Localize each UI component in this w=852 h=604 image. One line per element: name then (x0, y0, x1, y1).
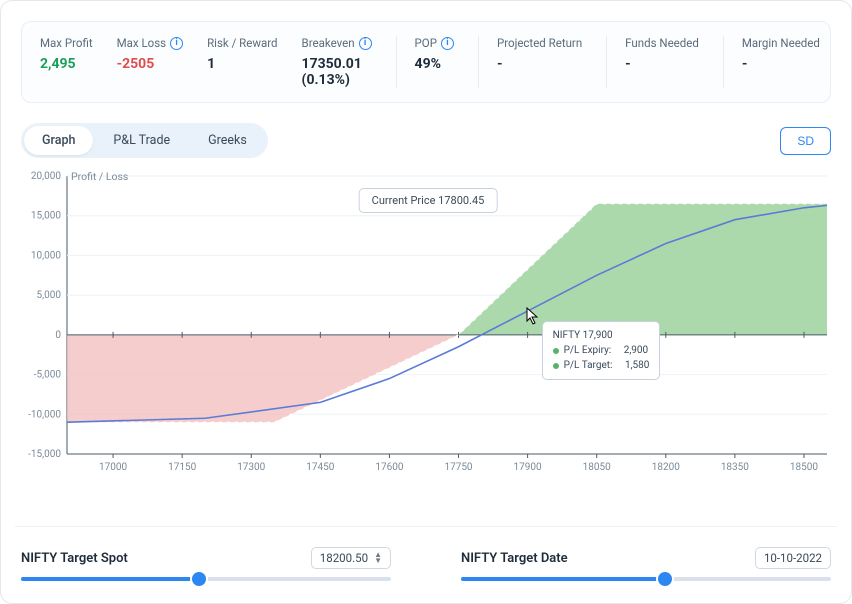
svg-text:17900: 17900 (514, 462, 542, 473)
metric-label: POP i (415, 36, 454, 50)
metric-value: - (742, 56, 820, 72)
metric-value: 17350.01 (0.13%) (302, 56, 372, 88)
current-price-tag: Current Price 17800.45 (359, 188, 498, 213)
svg-text:18350: 18350 (721, 462, 749, 473)
info-icon[interactable]: i (441, 37, 454, 50)
svg-text:17150: 17150 (168, 462, 196, 473)
metric-funds-needed: Funds Needed - (606, 36, 723, 88)
slider-thumb[interactable] (658, 572, 672, 586)
svg-text:17450: 17450 (306, 462, 334, 473)
metric-value: -2505 (117, 56, 183, 72)
svg-text:5,000: 5,000 (37, 290, 62, 301)
slider-target-spot: NIFTY Target Spot 18200.50 ▲▼ (21, 547, 391, 581)
svg-text:17300: 17300 (237, 462, 265, 473)
chart-svg: -15,000 -10,000 -5,000 0 5,000 10,000 15,000 20… (25, 170, 833, 480)
metric-max-loss: Max Loss i -2505 (117, 36, 207, 88)
metric-max-profit: Max Profit 2,495 (40, 36, 117, 88)
svg-text:17600: 17600 (375, 462, 403, 473)
svg-text:10,000: 10,000 (31, 250, 61, 261)
metric-value: 2,495 (40, 56, 93, 72)
metrics-bar: Max Profit 2,495 Max Loss i -2505 Risk /… (21, 21, 831, 103)
metric-margin-needed: Margin Needed - (723, 36, 820, 88)
slider-label: NIFTY Target Date (461, 551, 568, 566)
slider-label: NIFTY Target Spot (21, 551, 128, 566)
tooltip-underlying: NIFTY 17,900 (553, 328, 650, 343)
chart-tooltip: NIFTY 17,900 P/L Expiry: 2,900 P/L Targe… (542, 321, 661, 380)
svg-text:18050: 18050 (583, 462, 611, 473)
slider-track[interactable] (461, 577, 831, 581)
metric-value: 49% (415, 56, 454, 72)
tab-pnl-trade[interactable]: P&L Trade (95, 126, 188, 155)
metric-projected-return: Projected Return - (478, 36, 606, 88)
svg-text:15,000: 15,000 (31, 211, 61, 222)
metric-label: Risk / Reward (207, 36, 277, 50)
svg-text:17750: 17750 (444, 462, 472, 473)
metric-label: Projected Return (497, 36, 582, 50)
metric-label: Margin Needed (742, 36, 820, 50)
divider (15, 526, 837, 527)
svg-text:-10,000: -10,000 (28, 409, 61, 420)
svg-text:0: 0 (55, 330, 61, 341)
svg-text:-5,000: -5,000 (34, 370, 62, 381)
metric-label: Funds Needed (625, 36, 699, 50)
slider-track[interactable] (21, 577, 391, 581)
slider-thumb[interactable] (192, 572, 206, 586)
target-spot-input[interactable]: 18200.50 ▲▼ (311, 547, 391, 569)
svg-text:18500: 18500 (790, 462, 818, 473)
info-icon[interactable]: i (170, 37, 183, 50)
svg-text:-15,000: -15,000 (28, 449, 61, 460)
metric-label: Breakeven i (302, 36, 372, 50)
slider-target-date: NIFTY Target Date 10-10-2022 (461, 547, 831, 581)
metric-label: Max Profit (40, 36, 93, 50)
tabs: Graph P&L Trade Greeks (21, 123, 268, 158)
metric-risk-reward: Risk / Reward 1 (207, 36, 301, 88)
svg-text:18200: 18200 (652, 462, 680, 473)
metric-value: 1 (207, 56, 277, 72)
svg-text:20,000: 20,000 (31, 171, 61, 182)
info-icon[interactable]: i (359, 37, 372, 50)
svg-text:17000: 17000 (99, 462, 127, 473)
metric-pop: POP i 49% (396, 36, 478, 88)
target-date-input[interactable]: 10-10-2022 (755, 547, 831, 569)
metric-label: Max Loss i (117, 36, 183, 50)
tab-graph[interactable]: Graph (24, 126, 93, 155)
payoff-chart[interactable]: Profit / Loss Current Price 17800.45 -15… (25, 170, 831, 490)
tab-greeks[interactable]: Greeks (190, 126, 265, 155)
stepper-icon[interactable]: ▲▼ (374, 552, 382, 564)
metric-value: - (625, 56, 699, 72)
chart-y-label: Profit / Loss (71, 170, 128, 183)
sd-button[interactable]: SD (780, 127, 831, 155)
metric-breakeven: Breakeven i 17350.01 (0.13%) (302, 36, 396, 88)
metric-value: - (497, 56, 582, 72)
